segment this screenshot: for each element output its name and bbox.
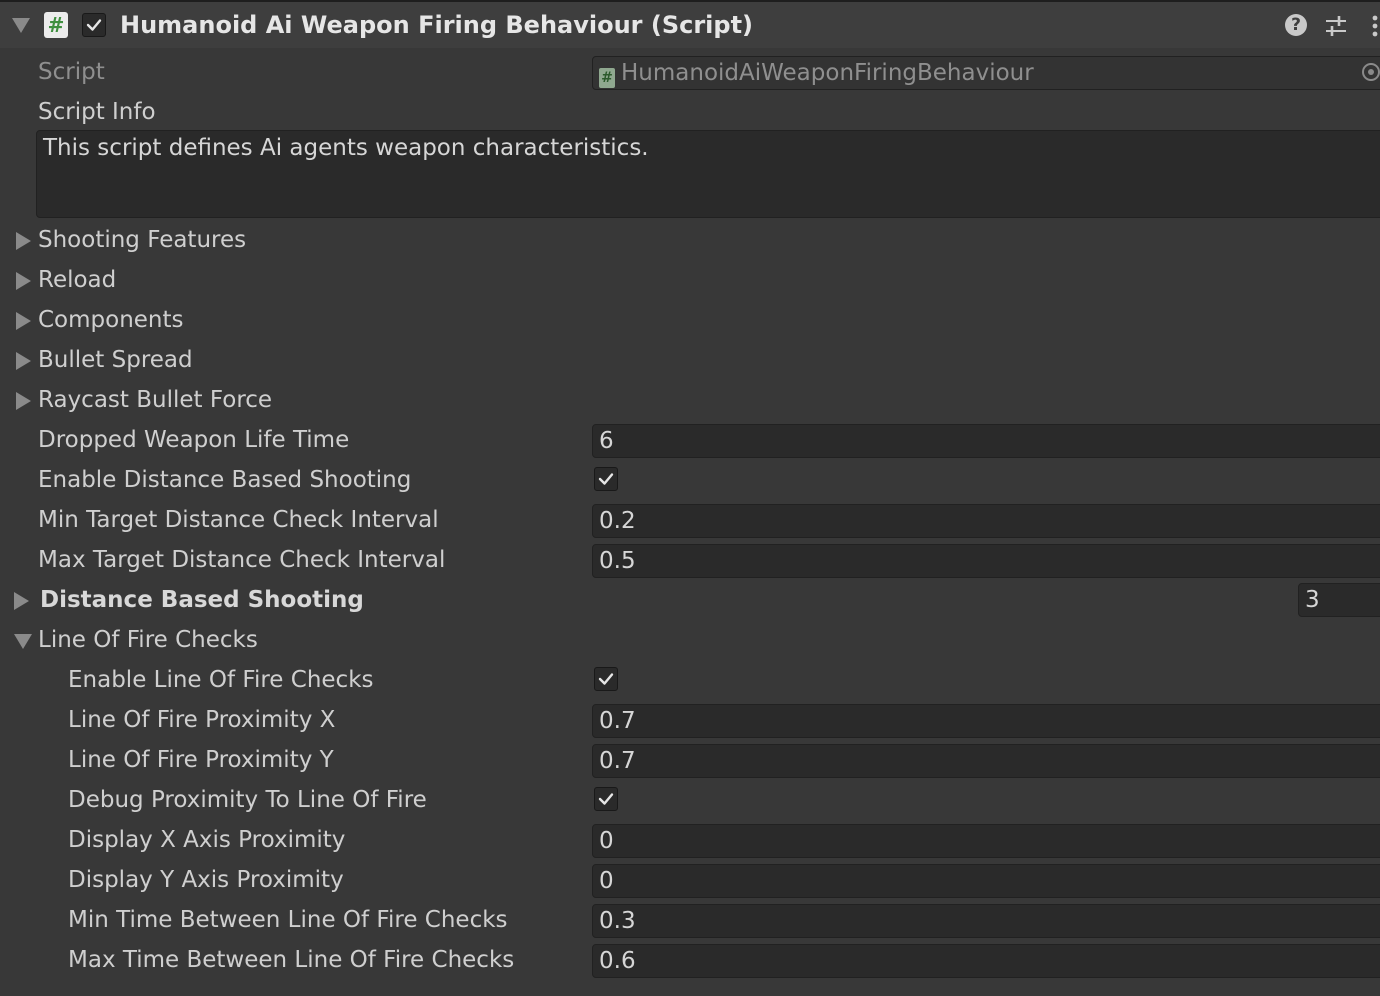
expand-arrow-icon[interactable] bbox=[16, 352, 31, 370]
foldout-line-of-fire-checks[interactable]: Line Of Fire Checks bbox=[38, 627, 258, 653]
display-x-axis-proximity-label: Display X Axis Proximity bbox=[68, 827, 346, 853]
script-icon: # bbox=[44, 12, 68, 38]
presets-icon[interactable] bbox=[1324, 14, 1348, 38]
component-header[interactable]: # Humanoid Ai Weapon Firing Behaviour (S… bbox=[0, 0, 1380, 48]
collapse-arrow-icon[interactable] bbox=[14, 634, 32, 649]
foldout-distance-based-shooting[interactable]: Distance Based Shooting bbox=[40, 587, 364, 613]
script-file-icon: # bbox=[599, 68, 615, 88]
display-x-axis-proximity-field[interactable]: 0 bbox=[592, 824, 1380, 858]
context-menu-icon[interactable] bbox=[1370, 14, 1380, 38]
display-y-axis-proximity-field[interactable]: 0 bbox=[592, 864, 1380, 898]
expand-arrow-icon[interactable] bbox=[16, 232, 31, 250]
min-time-between-checks-field[interactable]: 0.3 bbox=[592, 904, 1380, 938]
line-of-fire-proximity-x-label: Line Of Fire Proximity X bbox=[68, 707, 336, 733]
foldout-raycast-bullet-force[interactable]: Raycast Bullet Force bbox=[38, 387, 272, 413]
min-target-distance-check-interval-field[interactable]: 0.2 bbox=[592, 504, 1380, 538]
expand-arrow-icon[interactable] bbox=[16, 392, 31, 410]
min-target-distance-check-interval-label: Min Target Distance Check Interval bbox=[38, 507, 439, 533]
help-icon[interactable]: ? bbox=[1285, 14, 1307, 36]
script-info-label: Script Info bbox=[38, 99, 156, 125]
debug-proximity-label: Debug Proximity To Line Of Fire bbox=[68, 787, 427, 813]
line-of-fire-proximity-y-field[interactable]: 0.7 bbox=[592, 744, 1380, 778]
max-target-distance-check-interval-label: Max Target Distance Check Interval bbox=[38, 547, 446, 573]
line-of-fire-proximity-y-label: Line Of Fire Proximity Y bbox=[68, 747, 334, 773]
checkmark-icon bbox=[598, 473, 614, 485]
script-info-text: This script defines Ai agents weapon cha… bbox=[43, 135, 649, 161]
foldout-components[interactable]: Components bbox=[38, 307, 184, 333]
foldout-bullet-spread[interactable]: Bullet Spread bbox=[38, 347, 193, 373]
dropped-weapon-life-time-label: Dropped Weapon Life Time bbox=[38, 427, 350, 453]
foldout-shooting-features[interactable]: Shooting Features bbox=[38, 227, 246, 253]
enable-line-of-fire-checks-checkbox[interactable] bbox=[594, 667, 618, 691]
display-y-axis-proximity-label: Display Y Axis Proximity bbox=[68, 867, 344, 893]
component-title: Humanoid Ai Weapon Firing Behaviour (Scr… bbox=[120, 11, 754, 39]
collapse-arrow-icon[interactable] bbox=[12, 18, 30, 33]
script-label: Script bbox=[38, 59, 105, 85]
checkmark-icon bbox=[598, 793, 614, 805]
enable-distance-based-shooting-label: Enable Distance Based Shooting bbox=[38, 467, 412, 493]
list-size-field[interactable]: 3 bbox=[1298, 583, 1380, 617]
inspector-component: # Humanoid Ai Weapon Firing Behaviour (S… bbox=[0, 0, 1380, 996]
min-time-between-checks-label: Min Time Between Line Of Fire Checks bbox=[68, 907, 508, 933]
component-enabled-checkbox[interactable] bbox=[82, 13, 106, 37]
max-time-between-checks-field[interactable]: 0.6 bbox=[592, 944, 1380, 978]
script-object-value: HumanoidAiWeaponFiringBehaviour bbox=[621, 60, 1034, 86]
object-picker-icon[interactable] bbox=[1362, 63, 1380, 81]
line-of-fire-proximity-x-field[interactable]: 0.7 bbox=[592, 704, 1380, 738]
dropped-weapon-life-time-field[interactable]: 6 bbox=[592, 424, 1380, 458]
checkmark-icon bbox=[86, 19, 102, 31]
foldout-reload[interactable]: Reload bbox=[38, 267, 116, 293]
expand-arrow-icon[interactable] bbox=[16, 272, 31, 290]
expand-arrow-icon[interactable] bbox=[14, 592, 29, 610]
script-object-field[interactable]: # HumanoidAiWeaponFiringBehaviour bbox=[592, 56, 1380, 90]
max-time-between-checks-label: Max Time Between Line Of Fire Checks bbox=[68, 947, 515, 973]
expand-arrow-icon[interactable] bbox=[16, 312, 31, 330]
checkmark-icon bbox=[598, 673, 614, 685]
debug-proximity-checkbox[interactable] bbox=[594, 787, 618, 811]
script-info-textarea[interactable]: This script defines Ai agents weapon cha… bbox=[36, 130, 1380, 218]
enable-distance-based-shooting-checkbox[interactable] bbox=[594, 467, 618, 491]
max-target-distance-check-interval-field[interactable]: 0.5 bbox=[592, 544, 1380, 578]
enable-line-of-fire-checks-label: Enable Line Of Fire Checks bbox=[68, 667, 374, 693]
